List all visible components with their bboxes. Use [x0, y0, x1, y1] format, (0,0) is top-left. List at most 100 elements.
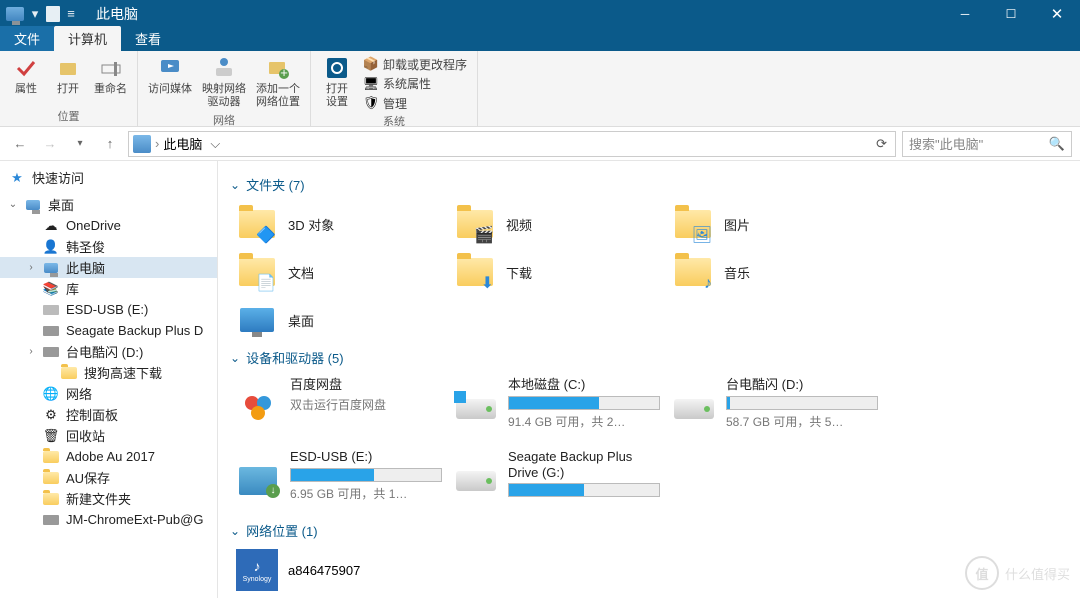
map-drive-button[interactable]: 映射网络 驱动器 [198, 53, 250, 111]
item-label: a846475907 [288, 563, 360, 578]
section-netloc[interactable]: ⌄网络位置 (1) [230, 521, 1076, 540]
tree-label: 此电脑 [66, 258, 105, 277]
folder-item[interactable]: 桌面 [230, 296, 448, 344]
sidebar-item[interactable]: ESD-USB (E:) [0, 299, 217, 320]
usage-bar [508, 483, 660, 497]
item-label: 视频 [506, 215, 660, 234]
chevron-icon[interactable]: › [26, 346, 36, 357]
map-drive-icon [211, 55, 237, 81]
manage-button[interactable]: 🛡管理 [359, 94, 471, 112]
chevron-down-icon[interactable]: ⌄ [230, 524, 240, 538]
recent-button[interactable]: ▾ [68, 132, 92, 156]
drive-item[interactable]: Seagate Backup Plus Drive (G:) [448, 445, 666, 517]
folder-item[interactable]: 📄文档 [230, 248, 448, 296]
up-button[interactable]: ↑ [98, 132, 122, 156]
sidebar-item[interactable]: AU保存 [0, 467, 217, 488]
navigation-pane[interactable]: ★快速访问 ⌄桌面 ☁OneDrive👤韩圣俊 › 此电脑📚库 ESD-USB (E:… [0, 161, 218, 598]
rename-button[interactable]: 重命名 [90, 53, 131, 98]
content-area[interactable]: ⌄文件夹 (7) 🔷3D 对象🎬视频🖼图片 📄文档⬇下载♪音乐桌面 ⌄设备和驱动器… [218, 161, 1080, 598]
refresh-button[interactable]: ⟳ [872, 136, 891, 152]
drive-item[interactable]: ↓ESD-USB (E:)6.95 GB 可用，共 1… [230, 445, 448, 517]
tab-file[interactable]: 文件 [0, 26, 54, 51]
section-folders[interactable]: ⌄文件夹 (7) [230, 175, 1076, 194]
uninstall-button[interactable]: 📦卸载或更改程序 [359, 55, 471, 73]
sysprops-button[interactable]: 🖥系统属性 [359, 74, 471, 92]
sidebar-item[interactable]: Adobe Au 2017 [0, 446, 217, 467]
add-netloc-button[interactable]: + 添加一个 网络位置 [252, 53, 304, 111]
tab-computer[interactable]: 计算机 [54, 26, 121, 51]
tree-label: 韩圣俊 [66, 237, 105, 256]
qat-down-icon[interactable]: ▾ [26, 5, 44, 23]
back-button[interactable]: ← [8, 132, 32, 156]
open-button[interactable]: 打开 [48, 53, 88, 98]
chevron-down-icon[interactable]: ⌵ [206, 136, 224, 152]
forward-button[interactable]: → [38, 132, 62, 156]
breadcrumb-text[interactable]: 此电脑 [163, 134, 202, 153]
usage-bar [290, 468, 442, 482]
drive-icon [672, 387, 716, 431]
sidebar-item[interactable]: 🌐网络 [0, 383, 217, 404]
close-button[interactable]: ✕ [1034, 0, 1080, 27]
tree-label: 回收站 [66, 426, 105, 445]
search-icon[interactable]: 🔍 [1049, 136, 1065, 152]
sidebar-desktop[interactable]: ⌄桌面 [0, 194, 217, 215]
search-input[interactable]: 搜索"此电脑" 🔍 [902, 131, 1072, 157]
chevron-right-icon: › [155, 136, 159, 151]
sidebar-item[interactable]: ☁OneDrive [0, 215, 217, 236]
drive-label: 本地磁盘 (C:) [508, 377, 660, 393]
maximize-button[interactable]: ☐ [988, 0, 1034, 27]
folder-icon [236, 299, 278, 341]
sidebar-item[interactable]: Seagate Backup Plus D [0, 320, 217, 341]
tree-icon [42, 322, 60, 340]
qat-menu-icon[interactable]: ≡ [62, 5, 80, 23]
sidebar-item[interactable]: 🗑回收站 [0, 425, 217, 446]
window-buttons: ─ ☐ ✕ [942, 0, 1080, 27]
sidebar-item[interactable]: 📚库 [0, 278, 217, 299]
properties-button[interactable]: 属性 [6, 53, 46, 98]
watermark-icon: 值 [965, 556, 999, 590]
qat-computer-icon[interactable] [6, 5, 24, 23]
shield-icon: 🛡 [363, 95, 379, 111]
breadcrumb[interactable]: › 此电脑 ⌵ ⟳ [128, 131, 896, 157]
folder-item[interactable]: ♪音乐 [666, 248, 884, 296]
chevron-down-icon[interactable]: ⌄ [230, 351, 240, 365]
ribbon-group-location: 属性 打开 重命名 位置 [0, 51, 138, 126]
media-button[interactable]: 访问媒体 [144, 53, 196, 111]
gear-icon [324, 55, 350, 81]
sidebar-item[interactable]: JM-ChromeExt-Pub@G [0, 509, 217, 530]
tree-icon [42, 343, 60, 361]
sidebar-item[interactable]: 👤韩圣俊 [0, 236, 217, 257]
sidebar-item[interactable]: ›台电酷闪 (D:) [0, 341, 217, 362]
section-drives[interactable]: ⌄设备和驱动器 (5) [230, 348, 1076, 367]
sidebar-item[interactable]: ⚙控制面板 [0, 404, 217, 425]
tab-view[interactable]: 查看 [121, 26, 175, 51]
folder-item[interactable]: ⬇下载 [448, 248, 666, 296]
chevron-icon[interactable]: › [26, 262, 36, 273]
sidebar-item[interactable]: › 此电脑 [0, 257, 217, 278]
drive-item[interactable]: 台电酷闪 (D:)58.7 GB 可用，共 5… [666, 373, 884, 445]
chevron-down-icon[interactable]: ⌄ [8, 199, 18, 210]
minimize-button[interactable]: ─ [942, 0, 988, 27]
tree-icon: ⚙ [42, 406, 60, 424]
ribbon-group-network: 访问媒体 映射网络 驱动器 + 添加一个 网络位置 网络 [138, 51, 311, 126]
folder-item[interactable]: 🖼图片 [666, 200, 884, 248]
network-item[interactable]: ♪Synologya846475907 [230, 546, 470, 594]
drive-item[interactable]: 百度网盘双击运行百度网盘 [230, 373, 448, 445]
settings-button[interactable]: 打开 设置 [317, 53, 357, 111]
tree-icon [42, 448, 60, 466]
sidebar-item[interactable]: 新建文件夹 [0, 488, 217, 509]
tree-label: ESD-USB (E:) [66, 302, 148, 317]
qat-doc-icon[interactable] [46, 6, 60, 22]
chevron-down-icon[interactable]: ⌄ [230, 178, 240, 192]
folder-item[interactable]: 🎬视频 [448, 200, 666, 248]
tree-label: AU保存 [66, 468, 110, 487]
folder-icon: 📄 [236, 251, 278, 293]
group-label-system: 系统 [383, 112, 405, 131]
drive-item[interactable]: 本地磁盘 (C:)91.4 GB 可用，共 2… [448, 373, 666, 445]
group-label-network: 网络 [213, 111, 235, 130]
folder-item[interactable]: 🔷3D 对象 [230, 200, 448, 248]
monitor-icon: 🖥 [363, 76, 379, 92]
sidebar-quick-access[interactable]: ★快速访问 [0, 167, 217, 188]
desktop-icon [24, 196, 42, 214]
sidebar-item[interactable]: 搜狗高速下载 [0, 362, 217, 383]
